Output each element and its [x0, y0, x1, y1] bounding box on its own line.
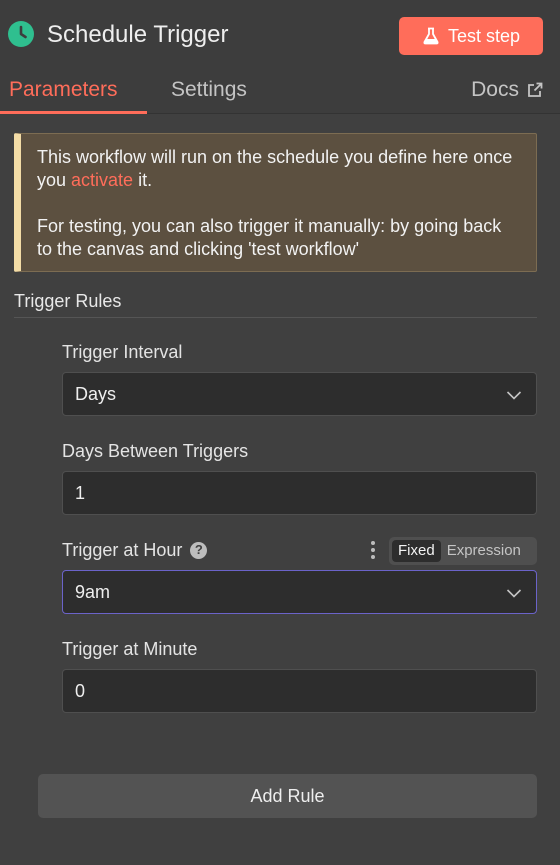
node-header: Schedule Trigger Test step	[0, 0, 560, 70]
notice-text-2: For testing, you can also trigger it man…	[37, 216, 502, 259]
days-between-value: 1	[75, 482, 86, 503]
active-tab-indicator	[0, 111, 147, 114]
section-divider	[14, 317, 537, 318]
docs-link[interactable]: Docs	[471, 78, 543, 102]
tab-settings[interactable]: Settings	[171, 78, 247, 102]
activate-link[interactable]: activate	[71, 170, 133, 190]
trigger-interval-value: Days	[75, 383, 117, 404]
trigger-interval-label: Trigger Interval	[62, 342, 183, 362]
chevron-down-icon	[506, 589, 522, 598]
node-title: Schedule Trigger	[47, 21, 229, 48]
trigger-hour-label-row: Trigger at Hour ?	[62, 539, 208, 561]
activation-notice: This workflow will run on the schedule y…	[14, 133, 537, 272]
trigger-minute-input[interactable]: 0	[62, 669, 537, 713]
chevron-down-icon	[506, 391, 522, 400]
notice-text-after: it.	[133, 170, 153, 190]
add-rule-button[interactable]: Add Rule	[38, 774, 537, 818]
expression-mode-option[interactable]: Expression	[441, 540, 527, 562]
trigger-minute-value: 0	[75, 680, 86, 701]
fixed-expression-toggle: Fixed Expression	[389, 537, 537, 565]
trigger-hour-label: Trigger at Hour	[62, 540, 183, 560]
trigger-hour-select[interactable]: 9am	[62, 570, 537, 614]
notice-text-1: This workflow will run on the schedule y…	[37, 146, 520, 192]
trigger-minute-label: Trigger at Minute	[62, 639, 198, 659]
test-step-label: Test step	[447, 25, 521, 46]
external-link-icon	[528, 82, 543, 97]
trigger-rules-title: Trigger Rules	[14, 291, 122, 311]
docs-label: Docs	[471, 78, 519, 101]
clock-icon	[8, 21, 34, 47]
trigger-hour-value: 9am	[75, 581, 111, 602]
trigger-interval-select[interactable]: Days	[62, 372, 537, 416]
days-between-input[interactable]: 1	[62, 471, 537, 515]
days-between-label: Days Between Triggers	[62, 441, 249, 461]
options-menu-icon[interactable]	[368, 540, 378, 560]
fixed-mode-option[interactable]: Fixed	[392, 540, 441, 562]
flask-icon	[423, 27, 439, 45]
help-icon[interactable]: ?	[190, 541, 208, 559]
test-step-button[interactable]: Test step	[399, 17, 543, 55]
tab-bar: Parameters Settings Docs	[0, 70, 560, 114]
tab-parameters[interactable]: Parameters	[9, 78, 118, 102]
